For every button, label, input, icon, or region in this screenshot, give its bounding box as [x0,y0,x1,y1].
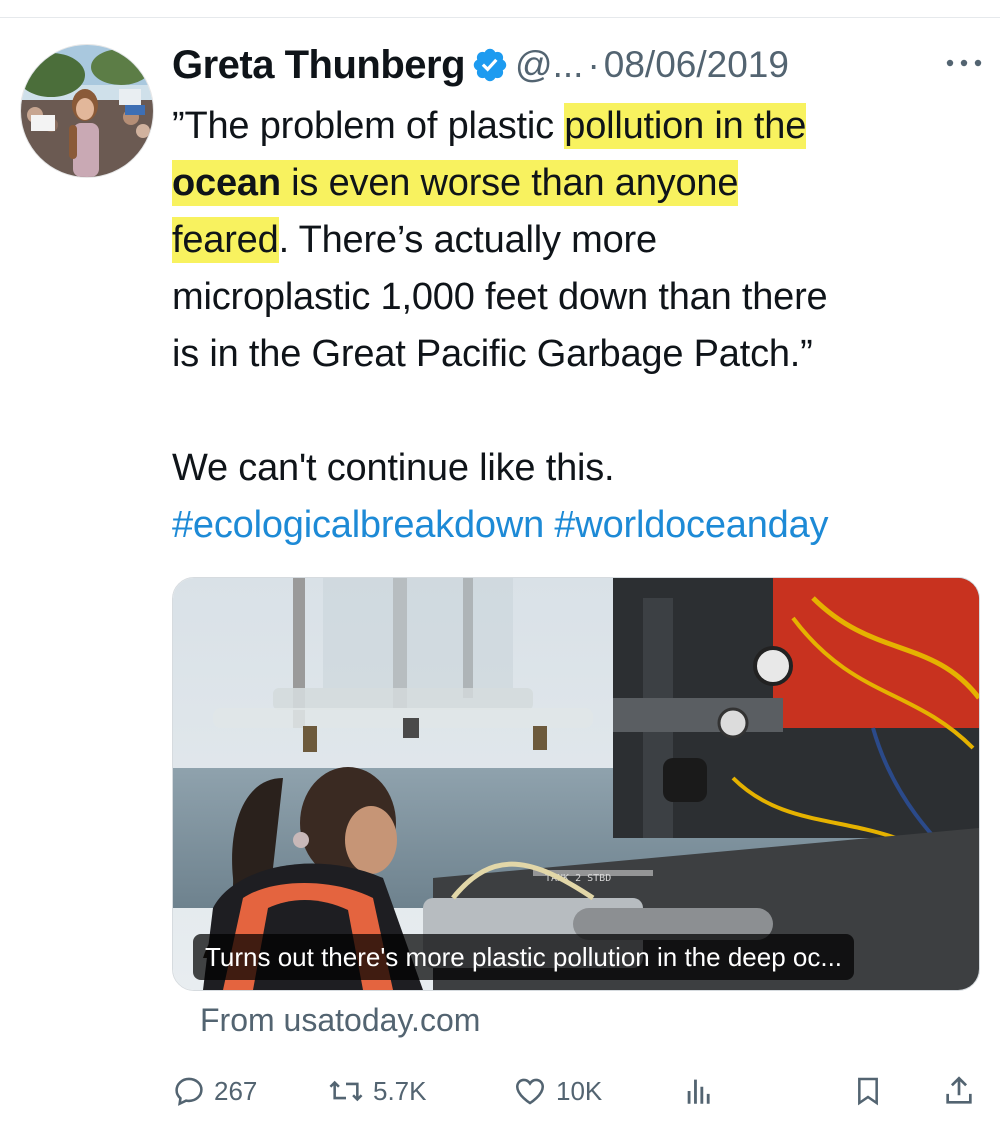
header-separator: · [587,44,600,85]
like-count: 10K [556,1075,603,1106]
bold-highlighted-text: ocean [172,160,281,206]
link-source[interactable]: From usatoday.com [200,1002,480,1039]
verified-badge-icon[interactable] [471,46,509,84]
text-segment: . There’s actually more [278,219,658,261]
ocean-research-photo: TANK 2 STBD [173,578,979,990]
bookmark-button[interactable] [852,1068,884,1114]
views-button[interactable] [682,1068,716,1114]
link-card-title[interactable]: Turns out there's more plastic pollution… [193,934,855,980]
bookmark-icon [852,1073,884,1109]
analytics-icon [682,1074,716,1108]
highlighted-text: is even worse than anyone [280,160,739,206]
top-divider [0,17,1000,18]
profile-photo [21,45,153,177]
tweet-line-1: ”The problem of plastic pollution in the [172,98,982,155]
share-button[interactable] [942,1068,976,1114]
reply-count: 267 [214,1075,258,1106]
text-segment: ”The problem of plastic [172,105,565,147]
tweet-date[interactable]: 08/06/2019 [604,44,789,86]
tweet-line-2: ocean is even worse than anyone [172,155,982,212]
link-card-image[interactable]: TANK 2 STBD Turns out there's more plast… [172,577,980,991]
author-name[interactable]: Greta Thunberg [172,43,466,88]
tweet-header: Greta Thunberg @... · 08/06/2019 [172,40,982,90]
highlighted-text: feared [172,217,279,263]
retweet-button[interactable]: 5.7K [327,1068,427,1114]
tweet-line-3: feared. There’s actually more [172,212,982,269]
tweet-line-6: We can't continue like this. [172,447,615,489]
tweet-line-5: is in the Great Pacific Garbage Patch.” [172,333,813,375]
reply-icon [172,1074,206,1108]
action-bar: 267 5.7K 10K [172,1068,982,1114]
heart-icon [512,1074,548,1108]
share-icon [942,1073,976,1109]
like-button[interactable]: 10K [512,1068,602,1114]
hashtags[interactable]: #ecologicalbreakdown #worldoceanday [172,497,982,554]
author-handle[interactable]: @... [515,44,583,86]
avatar[interactable] [20,44,154,178]
reply-button[interactable]: 267 [172,1068,257,1114]
highlighted-text: pollution in the [564,103,807,149]
tweet-text: ”The problem of plastic pollution in the… [172,98,982,554]
tweet-line-4: microplastic 1,000 feet down than there [172,276,828,318]
retweet-count: 5.7K [373,1075,427,1106]
retweet-icon [327,1074,365,1108]
more-icon[interactable] [944,56,984,70]
